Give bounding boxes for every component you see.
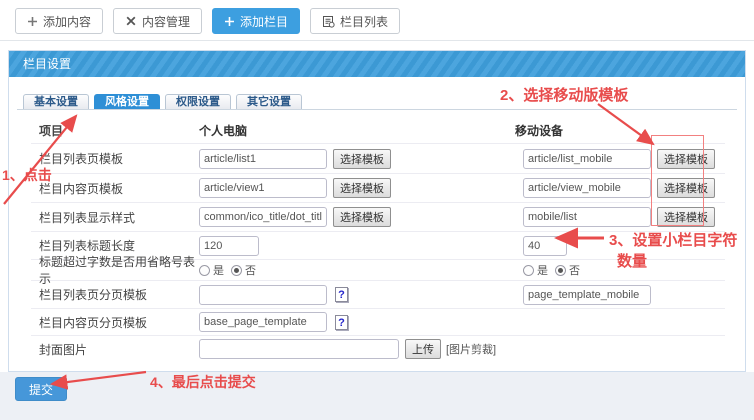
mobile-ellipsis-yes-radio[interactable]: [523, 265, 534, 276]
panel-title: 栏目设置: [9, 51, 745, 77]
pc-title-length-input[interactable]: [199, 236, 259, 256]
help-icon[interactable]: ?: [335, 287, 348, 302]
column-settings-panel: 栏目设置 基本设置 风格设置 权限设置 其它设置 项目 个人电脑 移动设备 栏目…: [8, 50, 746, 372]
footer-background: [0, 372, 754, 420]
row-label: 栏目内容页模板: [31, 180, 199, 197]
tools-icon: [125, 15, 137, 27]
tab-style-settings[interactable]: 风格设置: [94, 94, 160, 110]
row-label: 栏目内容页分页模板: [31, 314, 199, 331]
help-icon[interactable]: ?: [335, 315, 348, 330]
tab-permission-settings[interactable]: 权限设置: [165, 94, 231, 110]
header-pc: 个人电脑: [199, 122, 515, 139]
mobile-ellipsis-no-radio[interactable]: [555, 265, 566, 276]
pc-content-pagination-input[interactable]: [199, 312, 327, 332]
add-column-label: 添加栏目: [240, 13, 288, 30]
add-content-label: 添加内容: [43, 13, 91, 30]
highlight-box-mobile-templates: [651, 135, 704, 226]
cover-image-input[interactable]: [199, 339, 399, 359]
content-manage-button[interactable]: 内容管理: [113, 8, 202, 34]
pc-ellipsis-no-label: 否: [245, 262, 256, 278]
table-row: 栏目列表显示样式 选择模板 选择模板: [31, 202, 725, 231]
row-label: 栏目列表标题长度: [31, 237, 199, 254]
annotation-step3-line2: 数量: [617, 250, 647, 271]
column-list-label: 栏目列表: [340, 13, 388, 30]
tabbar-divider: [17, 109, 737, 110]
upload-button[interactable]: 上传: [405, 339, 441, 359]
annotation-step1: 1、点击: [2, 165, 52, 185]
toolbar-divider: [0, 40, 754, 41]
annotation-step4: 4、最后点击提交: [150, 372, 256, 392]
settings-tabs: 基本设置 风格设置 权限设置 其它设置: [23, 94, 302, 110]
mobile-ellipsis-radio-group: 是 否: [523, 262, 586, 278]
pc-ellipsis-yes-radio[interactable]: [199, 265, 210, 276]
content-manage-label: 内容管理: [142, 13, 190, 30]
mobile-list-pagination-input[interactable]: [523, 285, 651, 305]
submit-button[interactable]: 提交: [15, 377, 67, 401]
image-crop-link[interactable]: [图片剪裁]: [446, 341, 496, 357]
header-item: 项目: [31, 122, 199, 139]
mobile-ellipsis-yes-label: 是: [537, 262, 548, 278]
tab-other-settings[interactable]: 其它设置: [236, 94, 302, 110]
mobile-title-length-input[interactable]: [523, 236, 567, 256]
annotation-step2: 2、选择移动版模板: [500, 84, 628, 105]
mobile-list-style-input[interactable]: [523, 207, 651, 227]
clipboard-icon: [322, 15, 335, 28]
mobile-view-template-input[interactable]: [523, 178, 651, 198]
table-row: 封面图片 上传 [图片剪裁]: [31, 335, 725, 362]
pc-ellipsis-no-radio[interactable]: [231, 265, 242, 276]
add-column-button[interactable]: 添加栏目: [212, 8, 300, 34]
plus-icon: [27, 16, 38, 27]
pc-list-pagination-input[interactable]: [199, 285, 327, 305]
top-toolbar: 添加内容 内容管理 添加栏目 栏目列表: [15, 8, 400, 34]
column-list-button[interactable]: 栏目列表: [310, 8, 400, 34]
row-label: 标题超过字数是否用省略号表示: [31, 253, 199, 287]
add-content-button[interactable]: 添加内容: [15, 8, 103, 34]
table-header-row: 项目 个人电脑 移动设备: [31, 117, 725, 143]
mobile-ellipsis-no-label: 否: [569, 262, 580, 278]
table-row: 栏目内容页分页模板 ?: [31, 308, 725, 335]
mobile-list-template-input[interactable]: [523, 149, 651, 169]
pc-view-template-input[interactable]: [199, 178, 327, 198]
pc-list-style-input[interactable]: [199, 207, 327, 227]
annotation-step3-line1: 3、设置小栏目字符: [609, 229, 737, 250]
pc-style-select-template-button[interactable]: 选择模板: [333, 207, 391, 227]
pc-list-template-input[interactable]: [199, 149, 327, 169]
pc-ellipsis-yes-label: 是: [213, 262, 224, 278]
row-label: 栏目列表页分页模板: [31, 286, 199, 303]
tab-basic-settings[interactable]: 基本设置: [23, 94, 89, 110]
plus-icon: [224, 16, 235, 27]
row-label: 封面图片: [31, 341, 199, 358]
row-label: 栏目列表页模板: [31, 150, 199, 167]
pc-ellipsis-radio-group: 是 否: [199, 262, 262, 278]
pc-list-select-template-button[interactable]: 选择模板: [333, 149, 391, 169]
table-row: 栏目内容页模板 选择模板 选择模板: [31, 173, 725, 202]
table-row: 栏目列表页模板 选择模板 选择模板: [31, 143, 725, 173]
pc-view-select-template-button[interactable]: 选择模板: [333, 178, 391, 198]
row-label: 栏目列表显示样式: [31, 209, 199, 226]
